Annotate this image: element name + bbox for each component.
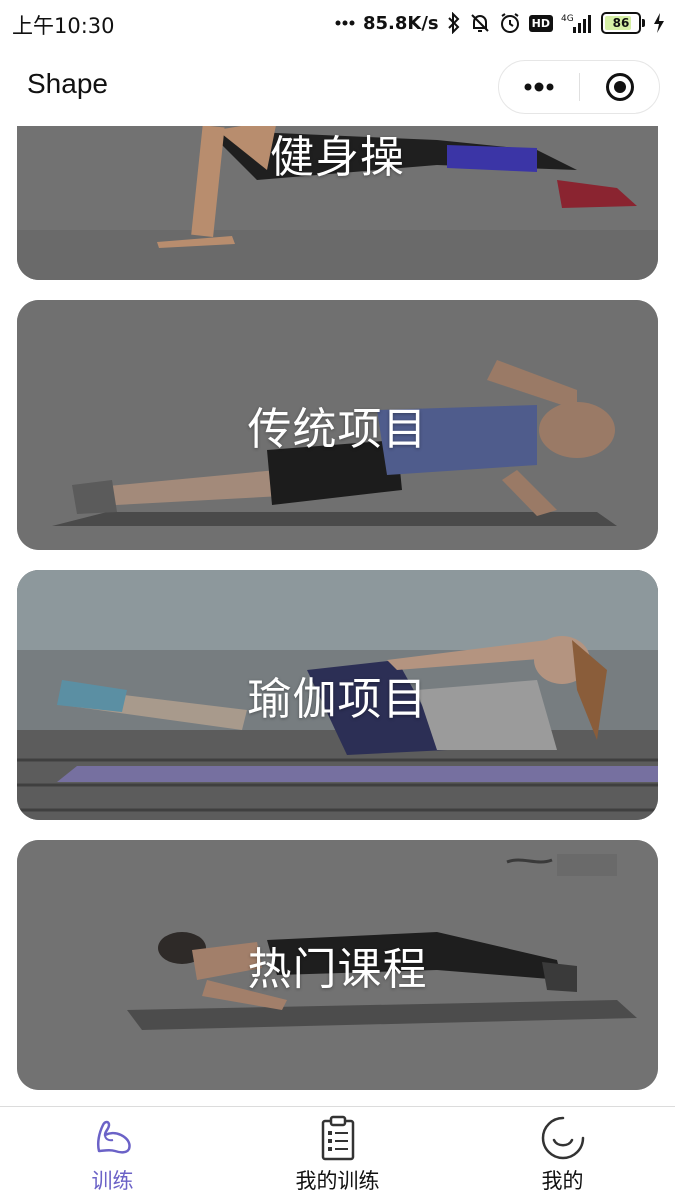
hd-badge: HD	[528, 14, 553, 32]
tab-training[interactable]: 训练	[0, 1107, 225, 1201]
muscle-arm-icon	[91, 1115, 135, 1163]
card-aerobics[interactable]: 健身操	[17, 126, 658, 280]
tab-me-label: 我的	[541, 1169, 584, 1193]
clipboard-checklist-icon	[316, 1115, 360, 1167]
battery-level: 86	[612, 16, 630, 30]
card-traditional-label: 传统项目	[247, 404, 428, 455]
status-icons: 85.8K/s HD 4G 86	[335, 8, 665, 38]
signal-type-label: 4G	[561, 14, 574, 24]
battery-icon: 86	[601, 12, 645, 34]
network-speed: 85.8K/s	[363, 12, 439, 34]
target-close-icon	[605, 73, 634, 101]
card-popular-label: 热门课程	[247, 944, 428, 995]
signal-4g-icon: 4G	[561, 12, 593, 34]
tab-my-training[interactable]: 我的训练	[225, 1107, 450, 1201]
tab-bar: 训练 我的训练 我的	[0, 1106, 675, 1201]
more-dots-icon	[524, 82, 554, 92]
status-time: 上午10:30	[12, 14, 115, 38]
page-title: Shape	[27, 68, 108, 99]
tab-me[interactable]: 我的	[450, 1107, 675, 1201]
bluetooth-icon	[447, 12, 461, 34]
course-list[interactable]: 健身操 传统项目 瑜伽项目 热门课程	[0, 126, 675, 1106]
charging-bolt-icon	[653, 13, 665, 33]
card-traditional[interactable]: 传统项目	[17, 300, 658, 550]
card-popular[interactable]: 热门课程	[17, 840, 658, 1090]
nav-bar: Shape	[0, 46, 675, 126]
close-miniprogram-button[interactable]	[580, 61, 659, 113]
mute-bell-icon	[469, 12, 491, 34]
tab-my-training-label: 我的训练	[295, 1169, 380, 1193]
more-dots-icon	[335, 20, 355, 26]
more-menu-button[interactable]	[499, 61, 579, 113]
smile-circle-icon	[540, 1115, 586, 1165]
alarm-clock-icon	[499, 12, 521, 34]
miniprogram-capsule	[498, 60, 660, 114]
card-aerobics-label: 健身操	[270, 132, 405, 183]
card-yoga[interactable]: 瑜伽项目	[17, 570, 658, 820]
tab-training-label: 训练	[91, 1169, 134, 1193]
card-yoga-label: 瑜伽项目	[247, 674, 428, 725]
status-bar: 上午10:30 85.8K/s HD 4G 86	[0, 0, 675, 46]
